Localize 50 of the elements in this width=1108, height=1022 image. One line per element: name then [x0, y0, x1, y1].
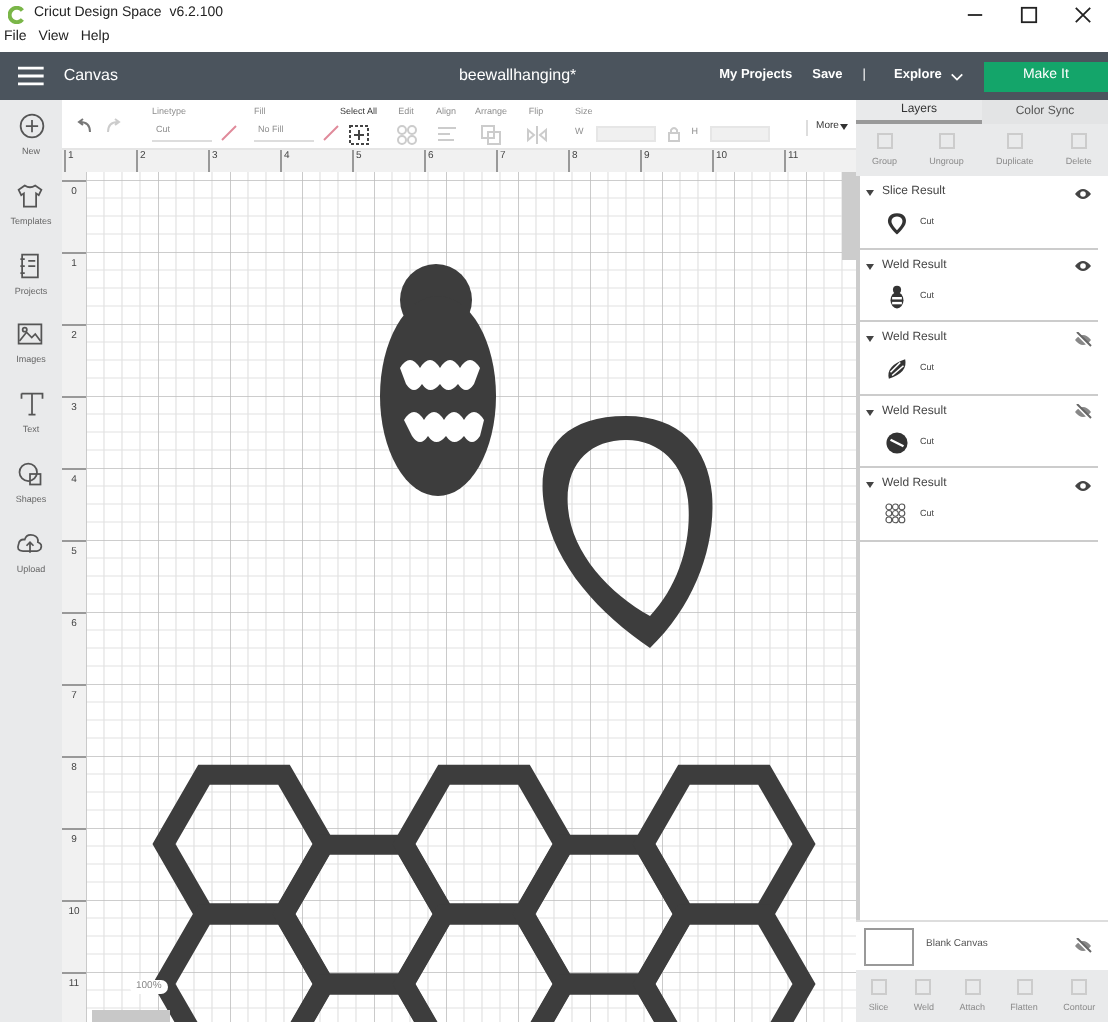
lock-icon	[667, 125, 680, 142]
expand-caret-icon[interactable]	[866, 409, 874, 415]
eye-icon[interactable]	[1074, 477, 1092, 493]
action-icon	[869, 977, 888, 996]
hidden-eye-icon[interactable]	[1074, 404, 1092, 420]
action-icon	[937, 131, 956, 150]
align-icon	[435, 123, 458, 146]
canvas-drawing[interactable]	[86, 172, 856, 1022]
action-icon	[1005, 131, 1024, 150]
edit-icon	[395, 123, 418, 146]
expand-caret-icon[interactable]	[866, 336, 874, 342]
blank-canvas-thumbnail[interactable]	[864, 927, 914, 965]
action-icon	[1015, 977, 1034, 996]
select-icon	[347, 123, 370, 146]
text-icon	[17, 390, 45, 418]
action-icon	[1069, 131, 1088, 150]
action-icon	[875, 131, 894, 150]
project-title: beewallhanging*	[456, 64, 579, 88]
eye-icon[interactable]	[1074, 258, 1092, 274]
section-title: Canvas	[63, 64, 120, 88]
hidden-eye-icon[interactable]	[1074, 938, 1092, 954]
plus-icon	[17, 112, 45, 140]
maximize-icon[interactable]	[1020, 5, 1038, 23]
layer-thumbnail-icon[interactable]	[884, 502, 910, 528]
action-icon	[914, 977, 933, 996]
app-logo-icon	[8, 5, 26, 23]
shirt-icon	[16, 181, 45, 210]
action-icon	[963, 977, 982, 996]
expand-caret-icon[interactable]	[866, 263, 874, 269]
horizontal-scrollbar[interactable]	[92, 1010, 170, 1022]
arrange-icon	[480, 123, 503, 146]
vertical-scrollbar[interactable]	[842, 172, 856, 260]
book-icon	[16, 251, 45, 279]
chevron-down-icon	[949, 71, 964, 81]
flip-icon	[525, 123, 548, 146]
action-icon	[1070, 977, 1089, 996]
menu-icon[interactable]	[18, 66, 44, 86]
upload-icon	[16, 529, 45, 557]
hidden-eye-icon[interactable]	[1074, 331, 1092, 347]
layer-thumbnail-icon[interactable]	[884, 429, 910, 455]
layer-thumbnail-icon[interactable]	[884, 210, 910, 236]
expand-caret-icon[interactable]	[866, 482, 874, 488]
caret-icon	[840, 124, 849, 131]
eye-icon[interactable]	[1074, 185, 1092, 201]
undo-icon[interactable]	[74, 118, 94, 134]
image-icon	[16, 320, 45, 349]
shapes-icon	[16, 459, 45, 488]
close-icon[interactable]	[1074, 5, 1092, 23]
expand-caret-icon[interactable]	[866, 190, 874, 196]
layer-thumbnail-icon[interactable]	[884, 356, 910, 382]
